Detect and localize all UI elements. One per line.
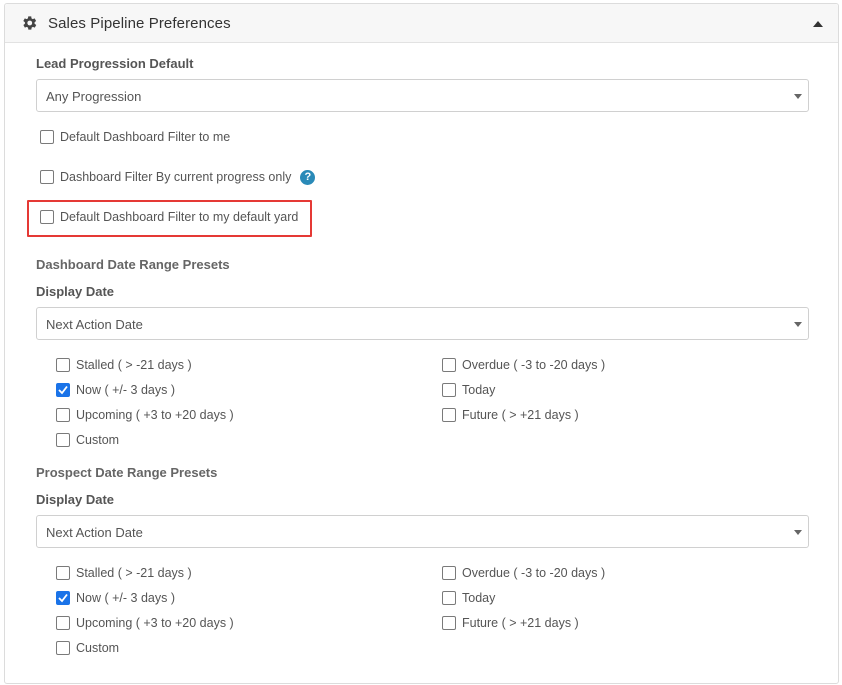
checkbox[interactable] (442, 591, 456, 605)
caret-up-icon[interactable] (812, 20, 824, 28)
preset-label: Custom (76, 641, 120, 655)
preset-label: Stalled ( > -21 days ) (76, 358, 192, 372)
filter-default-yard-checkbox[interactable] (40, 210, 54, 224)
question-circle-icon[interactable]: ? (300, 169, 316, 185)
prospect-preset-overdue[interactable]: Overdue ( -3 to -20 days ) (442, 564, 605, 582)
preset-label: Future ( > +21 days ) (462, 408, 579, 422)
prospect-preset-stalled[interactable]: Stalled ( > -21 days ) (56, 564, 192, 582)
preset-label: Upcoming ( +3 to +20 days ) (76, 408, 234, 422)
panel-header[interactable]: Sales Pipeline Preferences (5, 4, 838, 43)
panel-title: Sales Pipeline Preferences (48, 15, 231, 32)
checkmark-icon (58, 385, 68, 395)
prospect-display-date-value: Next Action Date (46, 525, 143, 540)
checkbox[interactable] (442, 383, 456, 397)
prospect-preset-now[interactable]: Now ( +/- 3 days ) (56, 589, 175, 607)
checkbox[interactable] (56, 358, 70, 372)
checkbox[interactable] (442, 408, 456, 422)
dashboard-preset-upcoming[interactable]: Upcoming ( +3 to +20 days ) (56, 406, 234, 424)
preset-label: Future ( > +21 days ) (462, 616, 579, 630)
caret-down-icon (794, 322, 802, 327)
dashboard-preset-custom[interactable]: Custom (56, 431, 119, 449)
prospect-display-date-label: Display Date (36, 492, 115, 507)
filter-current-progress-option[interactable]: Dashboard Filter By current progress onl… (40, 168, 316, 186)
preset-label: Today (462, 591, 496, 605)
preset-label: Custom (76, 433, 120, 447)
dashboard-preset-overdue[interactable]: Overdue ( -3 to -20 days ) (442, 356, 605, 374)
prospect-preset-future[interactable]: Future ( > +21 days ) (442, 614, 579, 632)
filter-to-me-label: Default Dashboard Filter to me (60, 130, 231, 144)
dashboard-preset-stalled[interactable]: Stalled ( > -21 days ) (56, 356, 192, 374)
checkbox[interactable] (56, 566, 70, 580)
dashboard-presets-heading: Dashboard Date Range Presets (36, 257, 230, 272)
preset-label: Overdue ( -3 to -20 days ) (462, 358, 606, 372)
caret-down-icon (794, 530, 802, 535)
checkbox[interactable] (442, 616, 456, 630)
preferences-panel: Sales Pipeline Preferences Lead Progress… (4, 3, 839, 684)
checkbox[interactable] (442, 566, 456, 580)
filter-to-me-option[interactable]: Default Dashboard Filter to me (40, 128, 230, 146)
prospect-preset-today[interactable]: Today (442, 589, 495, 607)
caret-down-icon (794, 94, 802, 99)
dashboard-display-date-label: Display Date (36, 284, 115, 299)
prospect-presets-heading: Prospect Date Range Presets (36, 465, 218, 480)
dashboard-display-date-value: Next Action Date (46, 317, 143, 332)
dashboard-preset-now[interactable]: Now ( +/- 3 days ) (56, 381, 175, 399)
dashboard-display-date-select[interactable]: Next Action Date (36, 307, 809, 340)
filter-default-yard-label: Default Dashboard Filter to my default y… (60, 210, 299, 224)
checkbox-checked[interactable] (56, 383, 70, 397)
lead-progression-label: Lead Progression Default (36, 56, 194, 71)
filter-current-progress-checkbox[interactable] (40, 170, 54, 184)
checkbox[interactable] (56, 641, 70, 655)
gear-icon (23, 16, 37, 30)
prospect-preset-upcoming[interactable]: Upcoming ( +3 to +20 days ) (56, 614, 234, 632)
preset-label: Now ( +/- 3 days ) (76, 383, 175, 397)
filter-default-yard-option[interactable]: Default Dashboard Filter to my default y… (40, 208, 298, 226)
preset-label: Now ( +/- 3 days ) (76, 591, 175, 605)
preset-label: Stalled ( > -21 days ) (76, 566, 192, 580)
checkbox[interactable] (56, 408, 70, 422)
filter-to-me-checkbox[interactable] (40, 130, 54, 144)
dashboard-preset-future[interactable]: Future ( > +21 days ) (442, 406, 579, 424)
preset-label: Overdue ( -3 to -20 days ) (462, 566, 606, 580)
checkmark-icon (58, 593, 68, 603)
preset-label: Upcoming ( +3 to +20 days ) (76, 616, 234, 630)
checkbox[interactable] (56, 616, 70, 630)
filter-current-progress-label: Dashboard Filter By current progress onl… (60, 170, 292, 184)
checkbox[interactable] (442, 358, 456, 372)
prospect-preset-custom[interactable]: Custom (56, 639, 119, 657)
preset-label: Today (462, 383, 496, 397)
dashboard-preset-today[interactable]: Today (442, 381, 495, 399)
checkbox[interactable] (56, 433, 70, 447)
lead-progression-value: Any Progression (46, 89, 142, 104)
checkbox-checked[interactable] (56, 591, 70, 605)
lead-progression-select[interactable]: Any Progression (36, 79, 809, 112)
prospect-display-date-select[interactable]: Next Action Date (36, 515, 809, 548)
